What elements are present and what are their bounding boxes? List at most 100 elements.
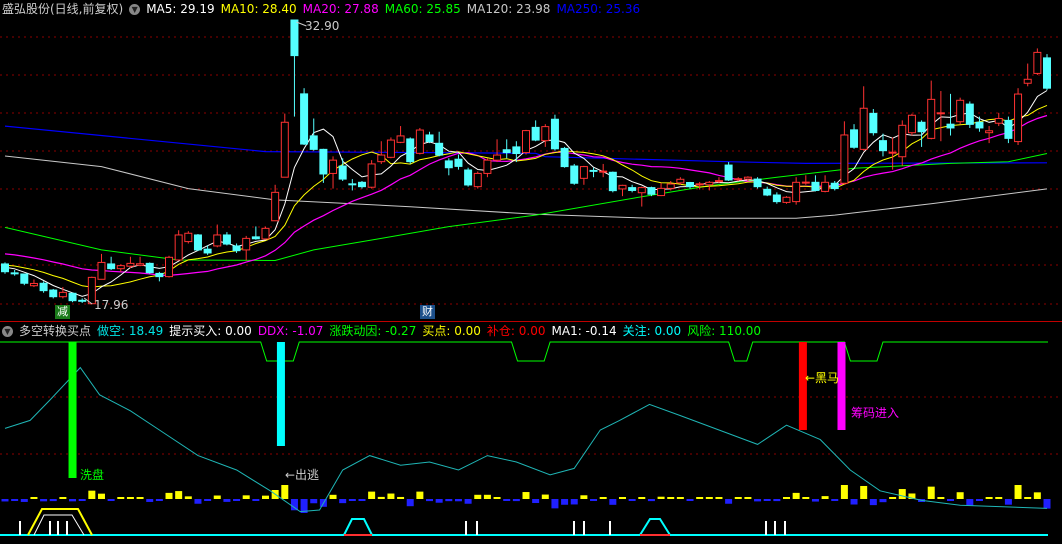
candle bbox=[840, 134, 849, 184]
candle bbox=[396, 135, 405, 143]
candle bbox=[541, 126, 550, 142]
candle bbox=[251, 236, 260, 240]
ddx-bar bbox=[454, 499, 462, 502]
ddx-bar bbox=[512, 499, 520, 502]
candle bbox=[155, 272, 164, 278]
indicator-chart bbox=[0, 341, 1062, 536]
candle bbox=[10, 272, 19, 275]
candle bbox=[126, 262, 135, 267]
finance-marker[interactable]: 财 bbox=[420, 305, 435, 319]
ddx-bar bbox=[503, 499, 511, 501]
indicator-value-label: MA1: -0.14 bbox=[551, 324, 617, 338]
ddx-bar bbox=[956, 492, 964, 499]
ddx-bar bbox=[262, 495, 269, 499]
candle bbox=[637, 187, 646, 194]
ddx-bar bbox=[705, 497, 713, 499]
candle bbox=[502, 149, 511, 154]
candle bbox=[1023, 78, 1032, 84]
indicator-value-label: 风险: 110.00 bbox=[687, 324, 762, 338]
candle bbox=[956, 99, 965, 123]
ddx-bar bbox=[368, 491, 376, 499]
ddx-bar bbox=[117, 497, 125, 499]
candle bbox=[222, 234, 231, 245]
ddx-bar bbox=[734, 497, 742, 499]
ddx-bar bbox=[618, 497, 626, 499]
candle bbox=[473, 172, 482, 188]
candle bbox=[280, 121, 289, 178]
candle bbox=[531, 126, 540, 141]
ddx-bar bbox=[493, 497, 501, 499]
low-price-label: 17.96 bbox=[94, 298, 129, 312]
ddx-bar bbox=[184, 496, 192, 499]
ddx-bar bbox=[136, 497, 144, 499]
ddx-bar bbox=[725, 499, 733, 504]
candle bbox=[560, 147, 569, 168]
ddx-bar bbox=[561, 499, 569, 505]
risk-line bbox=[0, 341, 1048, 362]
candle bbox=[985, 130, 994, 134]
ddx-bar bbox=[97, 493, 105, 499]
buy-zone bbox=[639, 518, 671, 536]
candle bbox=[232, 245, 241, 252]
ddx-bar bbox=[802, 497, 810, 499]
candle bbox=[830, 182, 839, 190]
ddx-bar bbox=[165, 492, 173, 499]
ddx-bar bbox=[1043, 499, 1051, 509]
signal-wash: 洗盘 bbox=[80, 468, 105, 482]
indicator-value-label: 做空: 18.49 bbox=[97, 324, 164, 338]
ddx-bar bbox=[348, 499, 356, 501]
reduction-marker[interactable]: 减 bbox=[55, 305, 70, 319]
ddx-bar bbox=[744, 497, 752, 499]
indicator-value-label: 买点: 0.00 bbox=[422, 324, 481, 338]
ddx-bar bbox=[975, 499, 983, 501]
candle bbox=[145, 262, 154, 274]
candle bbox=[377, 154, 386, 163]
candle bbox=[898, 124, 907, 158]
candle bbox=[290, 19, 299, 57]
ddx-bar bbox=[406, 499, 414, 507]
candle bbox=[772, 194, 781, 203]
ddx-bar bbox=[773, 499, 781, 502]
high-price-label: 32.90 bbox=[305, 19, 340, 33]
ddx-bar bbox=[252, 499, 260, 501]
indicator-title: 多空转换买点 bbox=[19, 324, 92, 338]
indicator-value-label: 关注: 0.00 bbox=[622, 324, 682, 338]
ddx-bar bbox=[754, 499, 762, 502]
candle bbox=[464, 169, 473, 186]
ddx-bar bbox=[696, 497, 704, 499]
ddx-bar bbox=[69, 499, 77, 502]
ddx-bar bbox=[397, 496, 405, 499]
ddx-bar bbox=[522, 492, 530, 499]
ddx-bar bbox=[647, 499, 655, 502]
chevron-down-icon[interactable]: ▼ bbox=[2, 326, 13, 337]
candle bbox=[734, 178, 743, 181]
candle bbox=[386, 139, 395, 158]
candle bbox=[628, 187, 637, 191]
ddx-bar bbox=[426, 499, 434, 502]
ddx-bar bbox=[155, 499, 163, 501]
ddx-bar bbox=[126, 497, 134, 499]
candle bbox=[589, 169, 598, 172]
ddx-bar bbox=[1014, 485, 1022, 499]
candle bbox=[406, 138, 415, 163]
candle bbox=[415, 129, 424, 154]
candle bbox=[483, 159, 492, 174]
ddx-bar bbox=[783, 497, 790, 499]
candle bbox=[68, 292, 77, 302]
ddx-bar bbox=[49, 499, 57, 502]
ddx-bar bbox=[570, 499, 578, 505]
ddx-bar bbox=[686, 499, 694, 501]
candle bbox=[927, 98, 936, 139]
indicator-value-label: 补仓: 0.00 bbox=[486, 324, 546, 338]
signal-bar bbox=[798, 342, 807, 430]
ddx-bar bbox=[609, 499, 617, 505]
candle bbox=[1014, 93, 1023, 143]
candle bbox=[203, 248, 212, 254]
ddx-bar bbox=[107, 499, 115, 501]
candle bbox=[193, 234, 202, 251]
indicator-header: ▼ 多空转换买点 做空: 18.49 提示买入: 0.00 DDX: -1.07 涨跌动因… bbox=[2, 323, 773, 339]
candle bbox=[743, 176, 752, 180]
signal-darkhorse: ←黑马 bbox=[805, 371, 840, 385]
candle bbox=[444, 160, 453, 169]
candle bbox=[367, 163, 376, 188]
